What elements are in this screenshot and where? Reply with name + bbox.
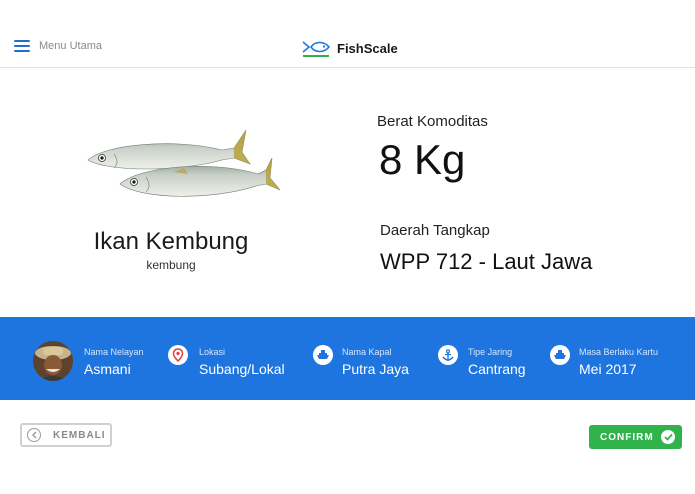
app-header: Menu Utama FishScale: [0, 0, 695, 68]
location-label: Lokasi: [199, 347, 226, 357]
species-name: Ikan Kembung: [93, 228, 249, 255]
card-validity-label: Masa Berlaku Kartu: [579, 347, 659, 357]
net-type-value: Cantrang: [468, 361, 526, 377]
species-local-name: kembung: [146, 258, 196, 272]
fish-logo-icon: [302, 41, 330, 57]
net-type-label: Tipe Jaring: [468, 347, 513, 357]
fisherman-name-label: Nama Nelayan: [84, 347, 144, 357]
ship-icon: [313, 345, 333, 365]
fish-image: [87, 129, 281, 197]
weight-label: Berat Komoditas: [377, 113, 488, 130]
confirm-button[interactable]: CONFIRM: [589, 425, 682, 449]
check-icon: [661, 430, 675, 444]
weight-value: 8 Kg: [379, 136, 466, 183]
ship-icon: [550, 345, 570, 365]
location-value: Subang/Lokal: [199, 361, 285, 377]
fisherman-name-value: Asmani: [84, 361, 131, 377]
hamburger-icon[interactable]: [14, 40, 30, 52]
back-button[interactable]: KEMBALI: [20, 423, 112, 447]
back-button-label: KEMBALI: [53, 429, 106, 441]
chevron-left-icon: [27, 428, 41, 442]
card-validity-value: Mei 2017: [579, 361, 637, 377]
main-menu-button[interactable]: Menu Utama: [14, 40, 102, 52]
location-pin-icon: [168, 345, 188, 365]
catch-area-value: WPP 712 - Laut Jawa: [380, 249, 593, 274]
vessel-name-label: Nama Kapal: [342, 347, 392, 357]
fisherman-avatar: [33, 341, 73, 381]
brand-name: FishScale: [337, 40, 398, 56]
catch-area-label: Daerah Tangkap: [380, 222, 490, 239]
brand: FishScale: [302, 39, 398, 57]
anchor-icon: [438, 345, 458, 365]
fisherman-info-bar: Nama Nelayan Asmani Lokasi Subang/Lokal …: [0, 317, 695, 400]
vessel-name-value: Putra Jaya: [342, 361, 409, 377]
main-menu-label: Menu Utama: [39, 40, 102, 52]
confirm-button-label: CONFIRM: [600, 431, 654, 443]
